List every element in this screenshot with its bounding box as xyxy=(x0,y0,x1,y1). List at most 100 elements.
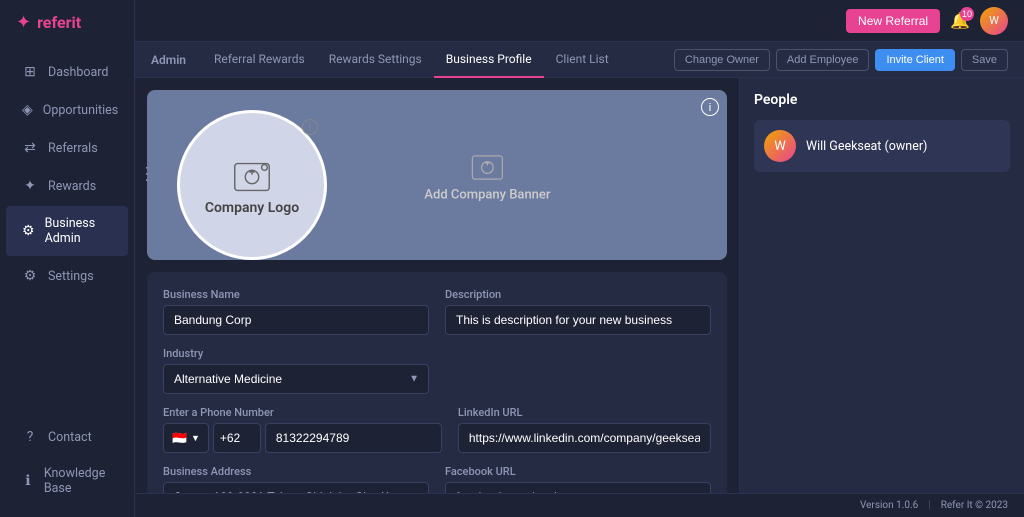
address-group: Business Address xyxy=(163,465,429,493)
form-row-2: Industry Alternative Medicine xyxy=(163,347,711,394)
top-header: New Referral 🔔 10 W xyxy=(135,0,1024,42)
person-avatar: W xyxy=(764,130,796,162)
settings-icon: ⚙ xyxy=(22,268,38,284)
content: ··· i Company Logo xyxy=(135,78,1024,493)
footer-sep: | xyxy=(928,500,930,511)
notification-badge: 10 xyxy=(960,7,974,21)
sidebar-item-label: Business Admin xyxy=(45,216,112,246)
tab-business-profile[interactable]: Business Profile xyxy=(434,42,544,78)
sub-nav: Admin Referral Rewards Rewards Settings … xyxy=(135,42,1024,78)
sidebar-item-label: Referrals xyxy=(48,141,98,156)
company-logo-label: Company Logo xyxy=(205,200,299,216)
version-text: Version 1.0.6 xyxy=(860,500,918,511)
change-owner-button[interactable]: Change Owner xyxy=(674,49,770,71)
add-employee-button[interactable]: Add Employee xyxy=(776,49,870,71)
spacer-group xyxy=(445,347,711,394)
tab-rewards-settings[interactable]: Rewards Settings xyxy=(317,42,434,78)
phone-group: Enter a Phone Number 🇮🇩 ▼ xyxy=(163,406,442,453)
knowledge-base-icon: ℹ xyxy=(22,473,34,489)
person-item[interactable]: W Will Geekseat (owner) xyxy=(754,120,1010,172)
address-input[interactable] xyxy=(163,482,429,493)
sidebar-item-referrals[interactable]: ⇄ Referrals xyxy=(6,130,128,166)
sidebar: ✦ referit ⊞ Dashboard ◈ Opportunities ⇄ … xyxy=(0,0,135,517)
facebook-label: Facebook URL xyxy=(445,465,711,478)
phone-code-input[interactable] xyxy=(213,423,261,453)
people-title: People xyxy=(754,92,1010,108)
logo-upload-icon xyxy=(229,154,275,200)
sidebar-item-label: Contact xyxy=(48,430,92,445)
linkedin-input[interactable] xyxy=(458,423,711,453)
form-row-1: Business Name Description xyxy=(163,288,711,335)
avatar[interactable]: W xyxy=(980,7,1008,35)
sidebar-bottom: ? Contact ℹ Knowledge Base xyxy=(0,418,134,517)
form-area: Business Name Description Industry Alter… xyxy=(147,272,727,493)
address-label: Business Address xyxy=(163,465,429,478)
description-group: Description xyxy=(445,288,711,335)
description-label: Description xyxy=(445,288,711,301)
banner-upload[interactable]: Add Company Banner xyxy=(424,148,550,203)
rewards-icon: ✦ xyxy=(22,178,38,194)
tab-referral-rewards[interactable]: Referral Rewards xyxy=(202,42,317,78)
sidebar-item-contact[interactable]: ? Contact xyxy=(6,419,128,455)
business-name-label: Business Name xyxy=(163,288,429,301)
business-name-group: Business Name xyxy=(163,288,429,335)
description-input[interactable] xyxy=(445,305,711,335)
tab-client-list[interactable]: Client List xyxy=(544,42,621,78)
sidebar-item-label: Settings xyxy=(48,269,94,284)
save-button[interactable]: Save xyxy=(961,49,1008,71)
sub-nav-section: Admin xyxy=(151,53,186,67)
business-name-input[interactable] xyxy=(163,305,429,335)
sidebar-item-business-admin[interactable]: ⚙ Business Admin xyxy=(6,206,128,256)
sidebar-item-rewards[interactable]: ✦ Rewards xyxy=(6,168,128,204)
invite-client-button[interactable]: Invite Client xyxy=(875,49,954,71)
sidebar-item-label: Opportunities xyxy=(43,103,118,118)
logo-info-icon[interactable]: i xyxy=(302,119,318,135)
facebook-group: Facebook URL xyxy=(445,465,711,493)
sidebar-item-label: Dashboard xyxy=(48,65,108,80)
notification-button[interactable]: 🔔 10 xyxy=(950,11,970,31)
copyright-text: Refer It © 2023 xyxy=(941,500,1008,511)
form-row-3: Enter a Phone Number 🇮🇩 ▼ LinkedIn URL xyxy=(163,406,711,453)
referrals-icon: ⇄ xyxy=(22,140,38,156)
flag-emoji: 🇮🇩 xyxy=(172,431,187,445)
new-referral-button[interactable]: New Referral xyxy=(846,9,940,33)
sidebar-item-label: Rewards xyxy=(48,179,96,194)
contact-icon: ? xyxy=(22,429,38,445)
right-panel: People W Will Geekseat (owner) xyxy=(739,78,1024,493)
person-name: Will Geekseat (owner) xyxy=(806,139,927,154)
industry-select[interactable]: Alternative Medicine xyxy=(163,364,429,394)
sidebar-item-opportunities[interactable]: ◈ Opportunities xyxy=(6,92,128,128)
opportunities-icon: ◈ xyxy=(22,102,33,118)
phone-label: Enter a Phone Number xyxy=(163,406,442,419)
industry-group: Industry Alternative Medicine xyxy=(163,347,429,394)
linkedin-group: LinkedIn URL xyxy=(458,406,711,453)
center-panel: ··· i Company Logo xyxy=(135,78,739,493)
footer: Version 1.0.6 | Refer It © 2023 xyxy=(135,493,1024,517)
sub-nav-actions: Change Owner Add Employee Invite Client … xyxy=(674,49,1008,71)
logo[interactable]: ✦ referit xyxy=(0,0,134,45)
industry-label: Industry xyxy=(163,347,429,360)
dots-menu[interactable]: ··· xyxy=(137,166,156,185)
add-banner-label: Add Company Banner xyxy=(424,188,550,203)
banner-info-icon[interactable]: i xyxy=(701,98,719,116)
main: New Referral 🔔 10 W Admin Referral Rewar… xyxy=(135,0,1024,517)
sidebar-item-settings[interactable]: ⚙ Settings xyxy=(6,258,128,294)
form-row-4: Business Address Facebook URL xyxy=(163,465,711,493)
banner-upload-icon xyxy=(467,148,507,188)
logo-icon: ✦ xyxy=(16,12,31,33)
phone-number-input[interactable] xyxy=(265,423,442,453)
sidebar-item-knowledge-base[interactable]: ℹ Knowledge Base xyxy=(6,456,128,506)
sidebar-item-dashboard[interactable]: ⊞ Dashboard xyxy=(6,54,128,90)
industry-select-wrap: Alternative Medicine xyxy=(163,364,429,394)
sidebar-item-label: Knowledge Base xyxy=(44,466,112,496)
phone-flag[interactable]: 🇮🇩 ▼ xyxy=(163,423,209,453)
company-logo-upload[interactable]: i Company Logo xyxy=(177,110,327,260)
logo-text: referit xyxy=(37,13,81,32)
phone-row: 🇮🇩 ▼ xyxy=(163,423,442,453)
facebook-input[interactable] xyxy=(445,482,711,493)
business-admin-icon: ⚙ xyxy=(22,223,35,239)
banner-area: ··· i Company Logo xyxy=(147,90,727,260)
dashboard-icon: ⊞ xyxy=(22,64,38,80)
linkedin-label: LinkedIn URL xyxy=(458,406,711,419)
chevron-down-icon: ▼ xyxy=(191,433,200,444)
